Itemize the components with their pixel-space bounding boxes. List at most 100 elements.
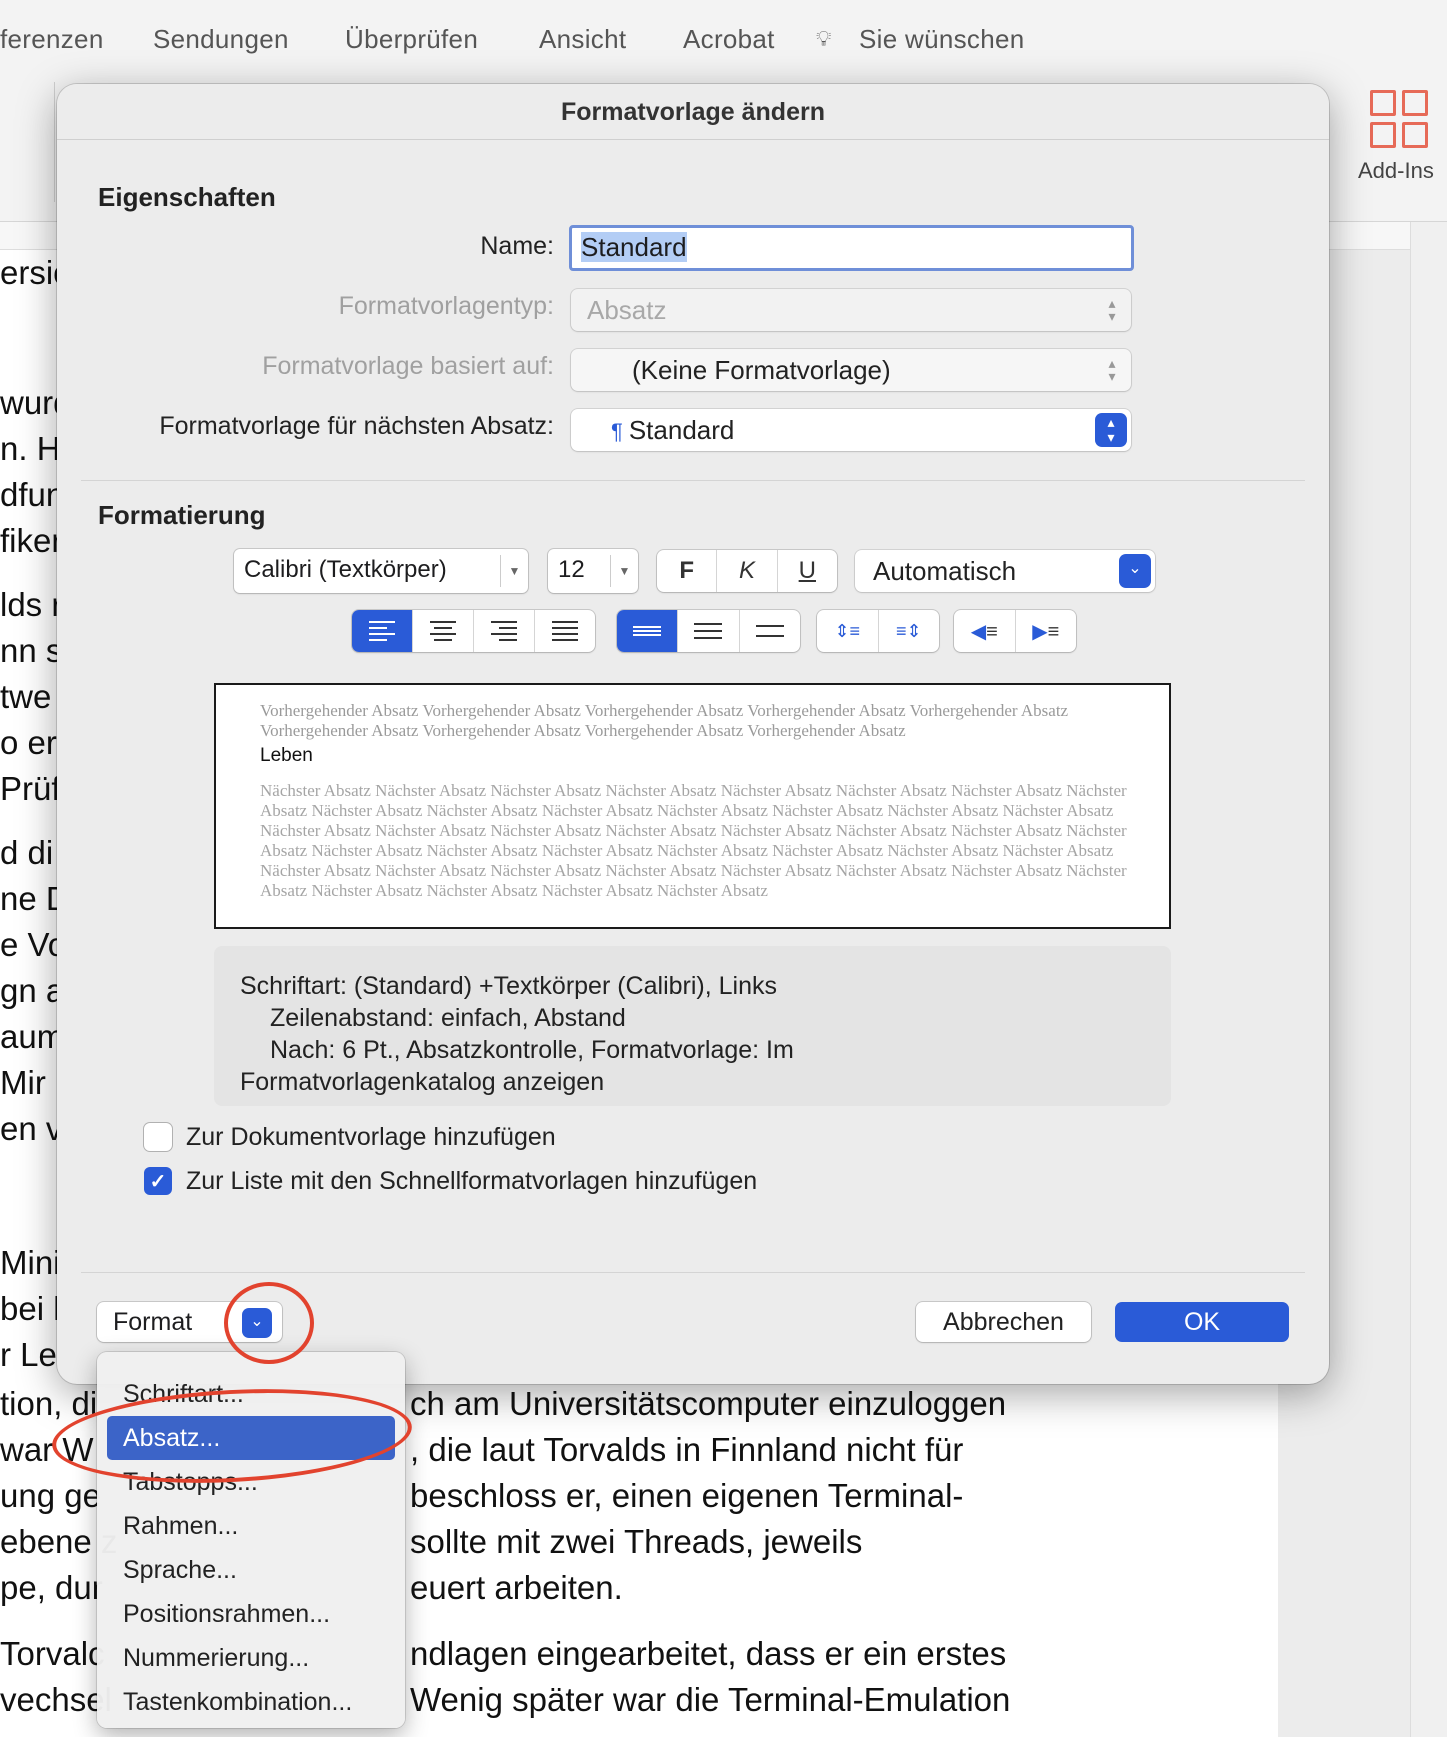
vertical-scrollbar[interactable] xyxy=(1410,222,1447,1737)
preview-previous-paragraph: Vorhergehender Absatz Vorhergehender Abs… xyxy=(260,701,1069,740)
one-half-spacing-button[interactable] xyxy=(678,610,740,652)
doc-text-fragment: d di xyxy=(0,834,54,871)
justify-button[interactable] xyxy=(535,610,595,652)
doc-text-fragment: r Le xyxy=(0,1336,57,1373)
tab-referenzen[interactable]: ferenzen xyxy=(0,24,104,55)
italic-button[interactable]: K xyxy=(717,550,778,592)
ok-button[interactable]: OK xyxy=(1115,1302,1289,1342)
doc-text-fragment: Mir xyxy=(0,1064,46,1101)
updown-chevron-icon: ▴ ▾ xyxy=(1095,413,1127,447)
space-before-button[interactable]: ⇕≡ xyxy=(817,610,879,652)
based-on-value: (Keine Formatvorlage) xyxy=(632,355,891,385)
doc-text-fragment: sollte mit zwei Threads, jeweils xyxy=(410,1523,863,1560)
bold-button[interactable]: F xyxy=(657,550,718,592)
style-preview: Vorhergehender Absatz Vorhergehender Abs… xyxy=(214,683,1171,929)
chevron-down-icon[interactable]: ▼ xyxy=(610,555,638,587)
tab-ansicht[interactable]: Ansicht xyxy=(539,24,626,55)
doc-text-fragment: dfun xyxy=(0,476,65,513)
align-center-button[interactable] xyxy=(413,610,474,652)
cancel-button[interactable]: Abbrechen xyxy=(916,1302,1091,1342)
align-right-button[interactable] xyxy=(474,610,535,652)
addins-icon[interactable] xyxy=(1370,90,1428,148)
preview-current-paragraph: Leben xyxy=(260,745,313,766)
doc-text-fragment: aum xyxy=(0,1018,65,1055)
format-button-label: Format xyxy=(113,1308,193,1336)
doc-text-fragment: fiker xyxy=(0,522,63,559)
justify-icon xyxy=(552,621,578,641)
lightbulb-icon[interactable]: 💡︎ xyxy=(816,26,832,52)
menu-item-frame[interactable]: Positionsrahmen... xyxy=(107,1592,395,1636)
align-left-button[interactable] xyxy=(352,610,413,652)
ribbon-separator xyxy=(54,82,55,202)
line-spacing-group xyxy=(617,610,800,652)
pilcrow-icon: ¶ xyxy=(611,419,623,444)
add-to-quick-styles-row[interactable]: ✓ Zur Liste mit den Schnellformatvorlage… xyxy=(144,1166,757,1196)
single-spacing-button[interactable] xyxy=(617,610,679,652)
paragraph-spacing-group: ⇕≡ ≡⇕ xyxy=(817,610,939,652)
next-style-popup[interactable]: ¶ Standard ▴ ▾ xyxy=(571,409,1131,451)
next-style-label: Formatvorlage für nächsten Absatz: xyxy=(159,412,554,440)
indent-group: ◀≡ ▶≡ xyxy=(954,610,1076,652)
single-spacing-icon xyxy=(633,626,662,636)
alignment-group xyxy=(352,610,595,652)
font-name-combo[interactable]: Calibri (Textkörper) ▼ xyxy=(234,549,528,593)
updown-chevron-icon: ▴ ▾ xyxy=(1108,295,1116,324)
add-to-quick-styles-label[interactable]: Zur Liste mit den Schnellformatvorlagen … xyxy=(186,1167,757,1196)
doc-text-fragment: n. H xyxy=(0,430,61,467)
dialog-title: Formatvorlage ändern xyxy=(561,98,825,126)
based-on-label: Formatvorlage basiert auf: xyxy=(262,352,554,380)
menu-item-borders[interactable]: Rahmen... xyxy=(107,1504,395,1548)
section-divider xyxy=(81,480,1305,481)
align-left-icon xyxy=(369,621,395,641)
menu-item-numbering[interactable]: Nummerierung... xyxy=(107,1636,395,1680)
modify-style-dialog: Formatvorlage ändern Eigenschaften Name:… xyxy=(57,84,1329,1384)
doc-text-fragment: twe xyxy=(0,678,52,715)
font-name-value: Calibri (Textkörper) xyxy=(244,556,447,583)
decrease-indent-button[interactable]: ◀≡ xyxy=(954,610,1016,652)
doc-text-fragment: vechsel xyxy=(0,1681,112,1718)
chevron-down-icon: ⌄ xyxy=(1119,554,1151,588)
name-input-value: Standard xyxy=(581,232,687,262)
double-spacing-button[interactable] xyxy=(740,610,800,652)
tab-ueberpruefen[interactable]: Überprüfen xyxy=(345,24,478,55)
doc-text-fragment: o er xyxy=(0,724,57,761)
add-to-template-row[interactable]: Zur Dokumentvorlage hinzufügen xyxy=(144,1122,556,1152)
font-size-combo[interactable]: 12 ▼ xyxy=(548,549,638,593)
outdent-icon: ◀≡ xyxy=(970,620,998,643)
increase-spacing-icon: ⇕≡ xyxy=(834,620,861,641)
based-on-popup[interactable]: (Keine Formatvorlage) ▴ ▾ xyxy=(571,349,1131,391)
doc-text-fragment: ung ge xyxy=(0,1477,101,1514)
doc-text-fragment: Mini xyxy=(0,1244,61,1281)
align-right-icon xyxy=(491,621,517,641)
align-center-icon xyxy=(430,621,456,641)
tab-sendungen[interactable]: Sendungen xyxy=(153,24,289,55)
next-style-value: Standard xyxy=(628,415,735,445)
menu-item-language[interactable]: Sprache... xyxy=(107,1548,395,1592)
tell-me-search[interactable]: Sie wünschen xyxy=(859,24,1024,55)
doc-text-fragment: Prüf xyxy=(0,770,61,807)
preview-next-paragraph: Nächster Absatz Nächster Absatz Nächster… xyxy=(260,781,1127,900)
doc-text-fragment: beschloss er, einen eigenen Terminal- xyxy=(410,1477,964,1514)
name-input[interactable]: Standard xyxy=(569,225,1134,271)
font-color-value: Automatisch xyxy=(873,556,1017,586)
style-type-label: Formatvorlagentyp: xyxy=(338,292,554,320)
increase-indent-button[interactable]: ▶≡ xyxy=(1016,610,1077,652)
chevron-down-icon[interactable]: ▼ xyxy=(500,555,528,587)
underline-button[interactable]: U xyxy=(778,550,837,592)
tab-acrobat[interactable]: Acrobat xyxy=(683,24,775,55)
double-spacing-icon xyxy=(755,625,784,637)
add-to-quick-styles-checkbox[interactable]: ✓ xyxy=(144,1167,172,1195)
menu-item-shortcut[interactable]: Tastenkombination... xyxy=(107,1680,395,1724)
description-line: Zeilenabstand: einfach, Abstand xyxy=(270,1004,626,1032)
decrease-spacing-icon: ≡⇕ xyxy=(895,620,922,641)
font-color-popup[interactable]: Automatisch ⌄ xyxy=(855,550,1155,592)
properties-heading: Eigenschaften xyxy=(98,182,276,212)
addins-label[interactable]: Add-Ins xyxy=(1358,158,1434,184)
doc-text-fragment: Torvalc xyxy=(0,1635,105,1672)
add-to-template-label[interactable]: Zur Dokumentvorlage hinzufügen xyxy=(186,1123,556,1152)
space-after-button[interactable]: ≡⇕ xyxy=(879,610,940,652)
doc-text-fragment: pe, dur xyxy=(0,1569,103,1606)
doc-text-fragment: en v xyxy=(0,1110,63,1147)
add-to-template-checkbox[interactable] xyxy=(144,1123,172,1151)
description-line: Schriftart: (Standard) +Textkörper (Cali… xyxy=(240,972,777,1000)
